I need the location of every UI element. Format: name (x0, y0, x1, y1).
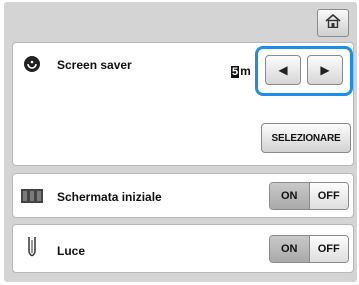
startup-screen-panel: Schermata iniziale ON OFF (12, 173, 354, 218)
light-panel: Luce ON OFF (12, 224, 354, 273)
top-bar (4, 2, 357, 42)
light-on-button[interactable]: ON (270, 236, 310, 262)
decrease-button[interactable]: ◀ (265, 55, 301, 85)
screen-saver-panel: Screen saver 5mi ◀ ▶ SELEZIONARE (12, 42, 354, 166)
light-toggle[interactable]: ON OFF (269, 235, 349, 263)
select-button[interactable]: SELEZIONARE (261, 123, 351, 153)
minutes-digit: 5 (231, 66, 240, 78)
screen-saver-label: Screen saver (57, 58, 132, 72)
light-off-button[interactable]: OFF (309, 236, 348, 262)
needle-light-icon (25, 236, 39, 260)
home-icon (325, 13, 341, 33)
right-arrow-icon: ▶ (320, 63, 330, 77)
settings-screen: Screen saver 5mi ◀ ▶ SELEZIONARE Scherma… (4, 2, 357, 282)
home-button[interactable] (317, 9, 349, 37)
increase-button[interactable]: ▶ (307, 55, 343, 85)
startup-screen-toggle[interactable]: ON OFF (269, 182, 349, 210)
startup-screen-on-button[interactable]: ON (270, 183, 310, 209)
minutes-unit: mi (240, 64, 251, 78)
startup-screen-icon (21, 188, 43, 204)
startup-screen-label: Schermata iniziale (57, 190, 162, 204)
screen-saver-icon (23, 55, 41, 73)
left-arrow-icon: ◀ (278, 63, 288, 77)
startup-screen-off-button[interactable]: OFF (309, 183, 348, 209)
light-label: Luce (57, 244, 86, 258)
screen-saver-minutes: 5mi (231, 64, 251, 78)
